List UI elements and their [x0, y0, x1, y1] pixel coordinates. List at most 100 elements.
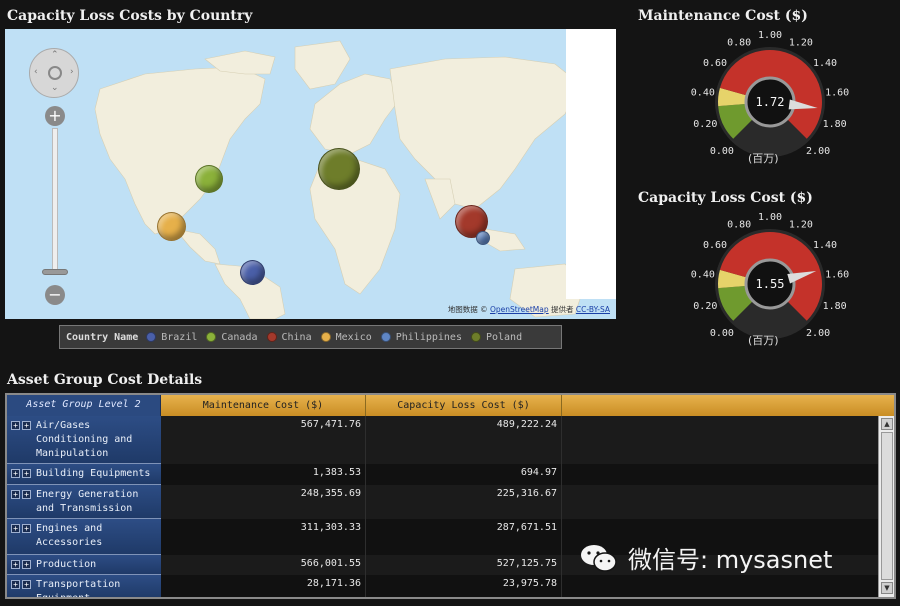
scroll-down-button[interactable]: ▼	[881, 582, 893, 594]
table-row: + + Building Equipments 1,383.53 694.97	[7, 464, 878, 485]
column-header-capacity[interactable]: Capacity Loss Cost ($)	[366, 395, 562, 416]
pan-down-icon[interactable]: ⌄	[51, 83, 59, 93]
legend-item-poland[interactable]: Poland	[470, 332, 522, 343]
bubble-mexico[interactable]	[157, 212, 186, 241]
expand-icon[interactable]: +	[11, 524, 20, 533]
row-header-cell[interactable]: + + Production	[7, 555, 161, 575]
row-header-cell[interactable]: + + Transportation Equipment	[7, 575, 161, 597]
gauge-tick-label: 0.20	[693, 119, 717, 130]
maintenance-cost-cell: 566,001.55	[161, 555, 366, 575]
row-header-cell[interactable]: + + Air/Gases Conditioning and Manipulatio…	[7, 416, 161, 464]
expand-icon[interactable]: +	[11, 469, 20, 478]
expand-icon[interactable]: +	[11, 580, 20, 589]
osm-link[interactable]: OpenStreetMap	[490, 305, 549, 314]
table-title: Asset Group Cost Details	[7, 372, 203, 388]
zoom-in-button[interactable]: +	[45, 106, 65, 126]
capacity-loss-cost-cell: 527,125.75	[366, 555, 562, 575]
gauge-value-label: 1.72	[756, 95, 785, 109]
attribution-mid: 提供者	[551, 305, 574, 314]
expand-icon[interactable]: +	[11, 560, 20, 569]
bubble-poland[interactable]	[318, 148, 360, 190]
legend-label: China	[281, 331, 312, 343]
capacity-gauge-title: Capacity Loss Cost ($)	[638, 190, 813, 206]
column-header-maintenance[interactable]: Maintenance Cost ($)	[161, 395, 366, 416]
row-label: Building Equipments	[36, 468, 151, 479]
drill-icon[interactable]: +	[22, 580, 31, 589]
wechat-icon	[581, 544, 617, 572]
gauge-tick-label: 0.60	[703, 240, 727, 251]
wechat-watermark: 微信号: mysasnet	[580, 540, 832, 575]
gauge-tick-label: 1.60	[825, 269, 849, 280]
legend-item-china[interactable]: China	[266, 331, 312, 343]
row-label: Engines and Accessories	[36, 523, 103, 548]
row-label: Energy Generation and Transmission	[36, 489, 139, 514]
blank-cell	[562, 416, 878, 464]
capacity-loss-cost-cell: 489,222.24	[366, 416, 562, 464]
scroll-thumb[interactable]	[881, 432, 893, 580]
legend-dot	[470, 332, 481, 342]
map-panel-title: Capacity Loss Costs by Country	[7, 8, 253, 24]
row-header-cell[interactable]: + + Building Equipments	[7, 464, 161, 485]
gauge-tick-label: 2.00	[806, 328, 830, 339]
watermark-text: 微信号: mysasnet	[628, 546, 833, 574]
license-link[interactable]: CC-BY-SA	[576, 305, 610, 314]
expand-icon[interactable]: +	[11, 421, 20, 430]
drill-icon[interactable]: +	[22, 524, 31, 533]
bubble-brazil[interactable]	[240, 260, 265, 285]
legend-label: Canada	[221, 331, 258, 343]
legend-dot	[146, 332, 157, 342]
pan-right-icon[interactable]: ›	[70, 67, 74, 77]
drill-icon[interactable]: +	[22, 490, 31, 499]
legend-item-brazil[interactable]: Brazil	[146, 332, 197, 343]
gauge-tick-label: 1.60	[825, 87, 849, 98]
gauge-tick-label: 1.40	[813, 58, 837, 69]
scroll-up-button[interactable]: ▲	[881, 418, 893, 430]
table-header-row: Asset Group Level 2 Maintenance Cost ($)…	[7, 395, 894, 416]
drill-icon[interactable]: +	[22, 560, 31, 569]
blank-cell	[562, 575, 878, 597]
maintenance-gauge-unit: (百万)	[748, 152, 779, 165]
bubble-philippines[interactable]	[476, 231, 490, 245]
gauge-tick-label: 1.20	[789, 37, 813, 48]
capacity-loss-cost-cell: 225,316.67	[366, 485, 562, 519]
drill-icon[interactable]: +	[22, 421, 31, 430]
column-header-blank	[562, 395, 894, 416]
expand-icon[interactable]: +	[11, 490, 20, 499]
row-label: Air/Gases Conditioning and Manipulation	[36, 420, 133, 459]
legend-dot	[206, 332, 217, 342]
legend-dot	[380, 332, 391, 342]
gauge-tick-label: 0.60	[703, 58, 727, 69]
map-pan-control[interactable]: ⌃ ‹ › ⌄	[29, 48, 79, 98]
legend-dot	[320, 332, 331, 342]
legend-label: Mexico	[335, 331, 372, 343]
legend-label: Brazil	[161, 331, 198, 343]
world-map[interactable]: 地图数据 © OpenStreetMap 提供者 CC-BY-SA	[5, 29, 616, 319]
row-header-title[interactable]: Asset Group Level 2	[7, 395, 161, 416]
pan-left-icon[interactable]: ‹	[34, 67, 38, 77]
table-scrollbar[interactable]: ▲ ▼	[878, 416, 894, 597]
world-map-land	[94, 40, 586, 319]
zoom-slider-handle[interactable]	[42, 269, 68, 275]
gauge-tick-label: 1.40	[813, 240, 837, 251]
zoom-slider-track[interactable]	[52, 128, 58, 273]
pan-up-icon[interactable]: ⌃	[51, 50, 59, 60]
row-header-cell[interactable]: + + Engines and Accessories	[7, 519, 161, 555]
drill-icon[interactable]: +	[22, 469, 31, 478]
row-header-cell[interactable]: + + Energy Generation and Transmission	[7, 485, 161, 519]
zoom-out-button[interactable]: −	[45, 285, 65, 305]
legend-label: Philippines	[395, 331, 462, 343]
maintenance-cost-gauge: 1.72 0.00 0.20 0.40 0.600.80 1.00 1.201.40 1.60…	[691, 30, 849, 157]
capacity-loss-gauge: 1.55 0.00 0.20 0.40 0.600.80 1.00 1.201.40 1.60…	[691, 212, 849, 339]
legend-item-mexico[interactable]: Mexico	[320, 331, 372, 343]
blank-cell	[562, 485, 878, 519]
pan-center-icon[interactable]	[48, 66, 62, 80]
capacity-loss-cost-cell: 694.97	[366, 464, 562, 485]
maintenance-cost-cell: 311,303.33	[161, 519, 366, 555]
map-legend: Country Name Brazil Canada China Mexico …	[59, 325, 562, 349]
legend-item-philippines[interactable]: Philippines	[380, 331, 462, 343]
gauge-tick-label: 2.00	[806, 146, 830, 157]
gauge-tick-label: 0.80	[727, 37, 751, 48]
legend-item-canada[interactable]: Canada	[206, 331, 258, 343]
gauge-tick-label: 0.20	[693, 301, 717, 312]
bubble-canada[interactable]	[195, 165, 223, 193]
